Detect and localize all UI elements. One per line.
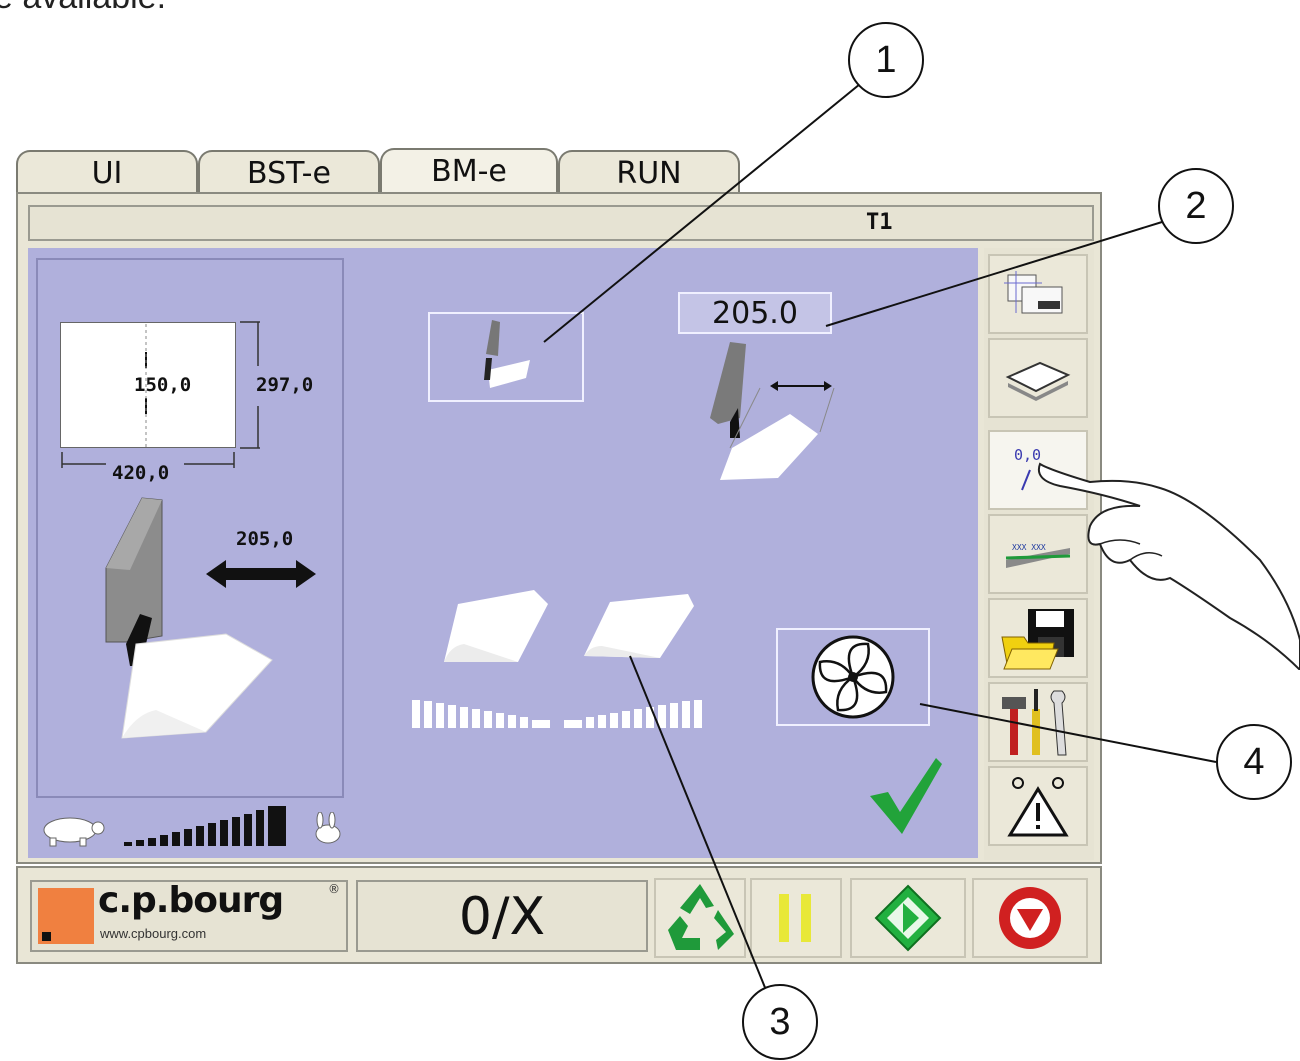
callout-3: 3 bbox=[742, 984, 818, 1060]
callout-4: 4 bbox=[1216, 724, 1292, 800]
callout-leader-lines bbox=[543, 83, 1217, 991]
callout-1: 1 bbox=[848, 22, 924, 98]
callout-2: 2 bbox=[1158, 168, 1234, 244]
